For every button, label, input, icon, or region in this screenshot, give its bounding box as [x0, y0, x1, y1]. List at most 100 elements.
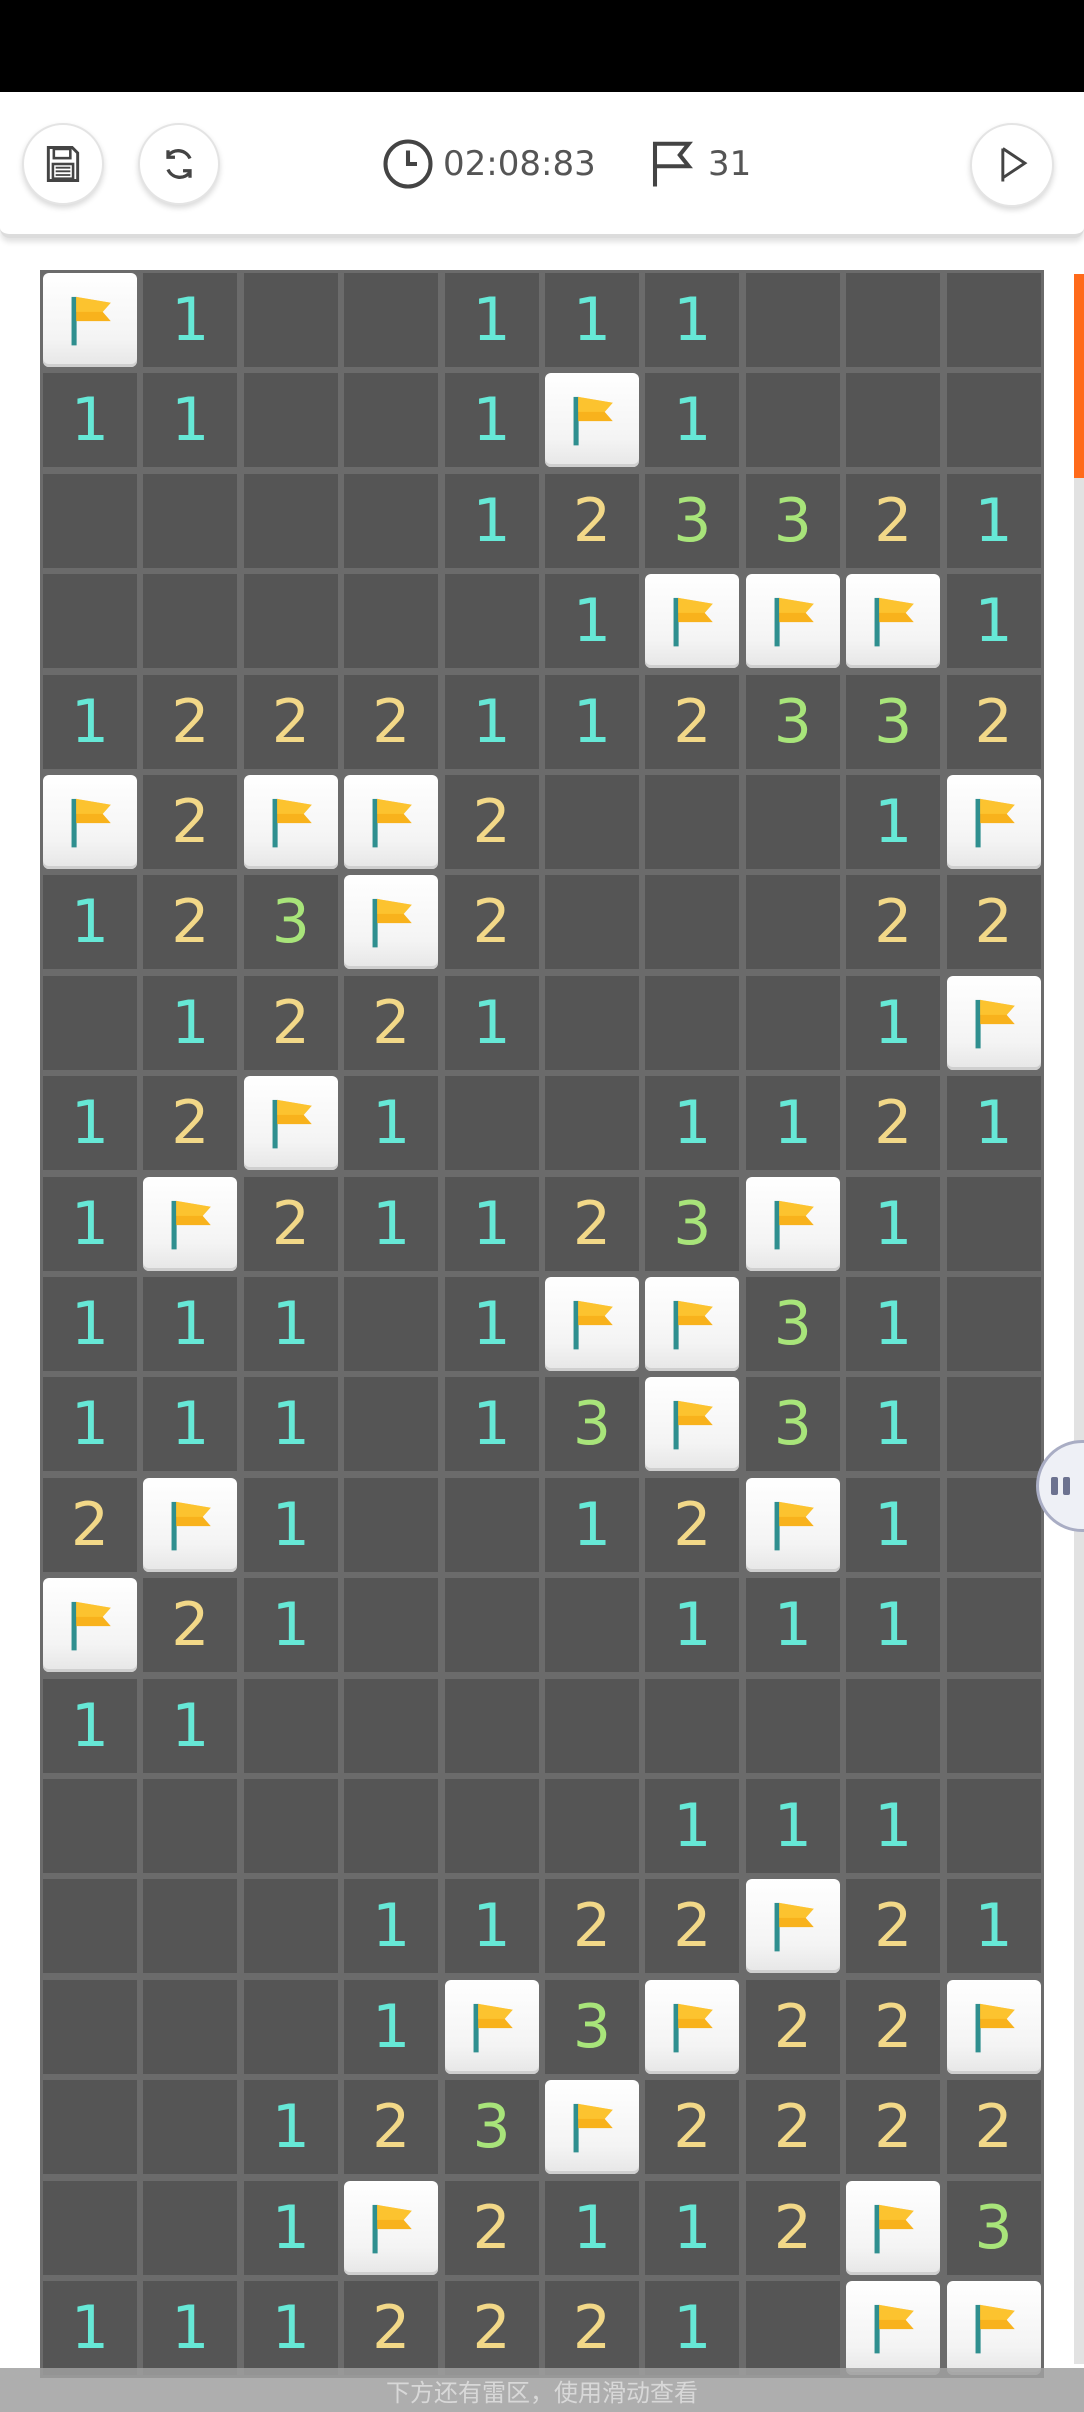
- number-cell[interactable]: 1: [43, 1678, 137, 1773]
- number-cell[interactable]: 1: [545, 2180, 639, 2275]
- number-cell[interactable]: 2: [846, 1076, 941, 1171]
- number-cell[interactable]: 3: [645, 473, 740, 568]
- number-cell[interactable]: 1: [243, 1477, 338, 1572]
- number-cell[interactable]: 1: [143, 1377, 238, 1472]
- revealed-empty-cell[interactable]: [143, 473, 238, 568]
- number-cell[interactable]: 2: [143, 875, 238, 970]
- number-cell[interactable]: 2: [143, 1578, 238, 1673]
- revealed-empty-cell[interactable]: [545, 975, 639, 1070]
- revealed-empty-cell[interactable]: [344, 1678, 439, 1773]
- revealed-empty-cell[interactable]: [545, 875, 639, 970]
- number-cell[interactable]: 2: [344, 2080, 439, 2175]
- number-cell[interactable]: 2: [344, 975, 439, 1070]
- number-cell[interactable]: 2: [846, 1879, 941, 1974]
- revealed-empty-cell[interactable]: [946, 1678, 1041, 1773]
- number-cell[interactable]: 3: [846, 674, 941, 769]
- revealed-empty-cell[interactable]: [43, 473, 137, 568]
- number-cell[interactable]: 1: [946, 473, 1041, 568]
- flagged-cell[interactable]: [143, 1477, 238, 1572]
- number-cell[interactable]: 1: [444, 1277, 539, 1371]
- number-cell[interactable]: 1: [143, 273, 238, 367]
- flagged-cell[interactable]: [645, 1979, 740, 2074]
- flagged-cell[interactable]: [143, 1176, 238, 1271]
- number-cell[interactable]: 1: [444, 674, 539, 769]
- revealed-empty-cell[interactable]: [545, 1578, 639, 1673]
- number-cell[interactable]: 1: [645, 1779, 740, 1873]
- number-cell[interactable]: 2: [444, 2281, 539, 2375]
- flagged-cell[interactable]: [645, 1277, 740, 1371]
- flagged-cell[interactable]: [745, 1879, 840, 1974]
- revealed-empty-cell[interactable]: [143, 2080, 238, 2175]
- restart-button[interactable]: [138, 123, 220, 205]
- number-cell[interactable]: 1: [143, 1277, 238, 1371]
- number-cell[interactable]: 3: [545, 1979, 639, 2074]
- revealed-empty-cell[interactable]: [444, 1678, 539, 1773]
- number-cell[interactable]: 1: [946, 574, 1041, 669]
- number-cell[interactable]: 2: [645, 1879, 740, 1974]
- number-cell[interactable]: 1: [344, 1879, 439, 1974]
- number-cell[interactable]: 1: [243, 2080, 338, 2175]
- flagged-cell[interactable]: [344, 775, 439, 869]
- revealed-empty-cell[interactable]: [243, 273, 338, 367]
- flagged-cell[interactable]: [645, 574, 740, 669]
- number-cell[interactable]: 1: [846, 1176, 941, 1271]
- revealed-empty-cell[interactable]: [43, 975, 137, 1070]
- number-cell[interactable]: 1: [645, 2281, 740, 2375]
- number-cell[interactable]: 1: [43, 875, 137, 970]
- flagged-cell[interactable]: [645, 1377, 740, 1472]
- revealed-empty-cell[interactable]: [344, 373, 439, 468]
- revealed-empty-cell[interactable]: [243, 574, 338, 669]
- number-cell[interactable]: 3: [745, 1277, 840, 1371]
- number-cell[interactable]: 2: [645, 2080, 740, 2175]
- revealed-empty-cell[interactable]: [344, 1377, 439, 1472]
- revealed-empty-cell[interactable]: [43, 1779, 137, 1873]
- revealed-empty-cell[interactable]: [243, 373, 338, 468]
- flagged-cell[interactable]: [43, 1578, 137, 1673]
- number-cell[interactable]: 1: [143, 2281, 238, 2375]
- number-cell[interactable]: 2: [444, 875, 539, 970]
- revealed-empty-cell[interactable]: [444, 1779, 539, 1873]
- number-cell[interactable]: 1: [344, 1176, 439, 1271]
- number-cell[interactable]: 2: [344, 2281, 439, 2375]
- number-cell[interactable]: 2: [846, 1979, 941, 2074]
- flagged-cell[interactable]: [946, 975, 1041, 1070]
- number-cell[interactable]: 2: [545, 473, 639, 568]
- number-cell[interactable]: 2: [846, 875, 941, 970]
- flagged-cell[interactable]: [545, 2080, 639, 2175]
- number-cell[interactable]: 1: [43, 2281, 137, 2375]
- number-cell[interactable]: 1: [645, 273, 740, 367]
- number-cell[interactable]: 1: [545, 273, 639, 367]
- number-cell[interactable]: 1: [243, 1277, 338, 1371]
- number-cell[interactable]: 1: [243, 2281, 338, 2375]
- number-cell[interactable]: 2: [243, 1176, 338, 1271]
- number-cell[interactable]: 2: [846, 2080, 941, 2175]
- flagged-cell[interactable]: [444, 1979, 539, 2074]
- number-cell[interactable]: 2: [143, 674, 238, 769]
- number-cell[interactable]: 1: [645, 1076, 740, 1171]
- number-cell[interactable]: 1: [545, 1477, 639, 1572]
- number-cell[interactable]: 2: [946, 674, 1041, 769]
- revealed-empty-cell[interactable]: [143, 1879, 238, 1974]
- number-cell[interactable]: 2: [946, 2080, 1041, 2175]
- revealed-empty-cell[interactable]: [143, 1979, 238, 2074]
- number-cell[interactable]: 2: [143, 1076, 238, 1171]
- revealed-empty-cell[interactable]: [946, 373, 1041, 468]
- flagged-cell[interactable]: [344, 875, 439, 970]
- number-cell[interactable]: 2: [946, 875, 1041, 970]
- number-cell[interactable]: 2: [243, 674, 338, 769]
- revealed-empty-cell[interactable]: [745, 373, 840, 468]
- revealed-empty-cell[interactable]: [143, 1779, 238, 1873]
- revealed-empty-cell[interactable]: [545, 775, 639, 869]
- revealed-empty-cell[interactable]: [344, 473, 439, 568]
- number-cell[interactable]: 1: [946, 1076, 1041, 1171]
- number-cell[interactable]: 2: [545, 1879, 639, 1974]
- revealed-empty-cell[interactable]: [243, 1879, 338, 1974]
- revealed-empty-cell[interactable]: [645, 775, 740, 869]
- number-cell[interactable]: 2: [745, 2080, 840, 2175]
- revealed-empty-cell[interactable]: [444, 1076, 539, 1171]
- number-cell[interactable]: 2: [344, 674, 439, 769]
- number-cell[interactable]: 1: [846, 775, 941, 869]
- number-cell[interactable]: 1: [43, 1377, 137, 1472]
- number-cell[interactable]: 1: [745, 1779, 840, 1873]
- flagged-cell[interactable]: [745, 574, 840, 669]
